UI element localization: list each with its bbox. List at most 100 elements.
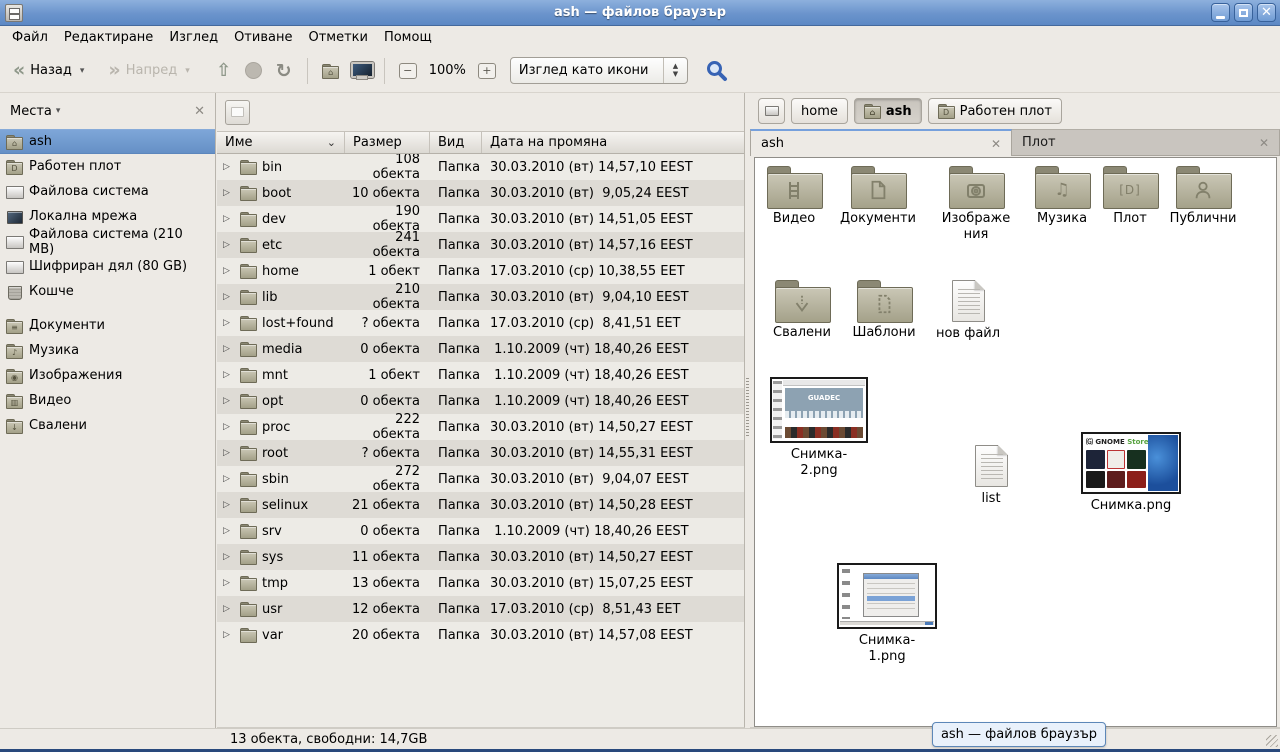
path-button-ash[interactable]: ash bbox=[854, 98, 922, 124]
back-button[interactable]: « Назад ▾ bbox=[6, 56, 91, 85]
file-icon-snimka[interactable]: 🄖 GNOME Store Снимка.png bbox=[1089, 432, 1173, 514]
expander-icon[interactable]: ▷ bbox=[223, 162, 235, 172]
home-button[interactable] bbox=[316, 60, 346, 82]
tab-close-icon[interactable]: ✕ bbox=[991, 137, 1001, 151]
expander-icon[interactable]: ▷ bbox=[223, 422, 235, 432]
file-row[interactable]: ▷ selinux 21 обекта Папка 30.03.2010 (вт… bbox=[217, 492, 744, 518]
sidebar-place-item[interactable]: Файлова система (210 MB) bbox=[0, 229, 215, 254]
expander-icon[interactable]: ▷ bbox=[223, 344, 235, 354]
location-icon-button[interactable] bbox=[225, 100, 250, 125]
sidebar-place-item[interactable]: Файлова система bbox=[0, 179, 215, 204]
sidebar-place-item[interactable]: Шифриран дял (80 GB) bbox=[0, 254, 215, 279]
file-row[interactable]: ▷ bin 108 обекта Папка 30.03.2010 (вт) 1… bbox=[217, 154, 744, 180]
up-button[interactable]: ⇧ bbox=[209, 56, 239, 85]
sidebar-close-button[interactable]: ✕ bbox=[194, 104, 205, 119]
expander-icon[interactable]: ▷ bbox=[223, 604, 235, 614]
file-row[interactable]: ▷ root ? обекта Папка 30.03.2010 (вт) 14… bbox=[217, 440, 744, 466]
view-mode-select[interactable]: Изглед като икони ▲▼ bbox=[510, 57, 688, 84]
sidebar-mode-select[interactable]: Места ▾ bbox=[10, 104, 60, 119]
zoom-out-button[interactable]: − bbox=[393, 59, 423, 83]
root-drive-button[interactable] bbox=[758, 98, 785, 124]
expander-icon[interactable]: ▷ bbox=[223, 526, 235, 536]
column-header-size[interactable]: Размер bbox=[345, 132, 430, 153]
menu-item[interactable]: Отиване bbox=[226, 28, 300, 47]
sidebar-bookmark-item[interactable]: Документи bbox=[0, 313, 215, 338]
expander-icon[interactable]: ▷ bbox=[223, 630, 235, 640]
expander-icon[interactable]: ▷ bbox=[223, 266, 235, 276]
file-icon-new-file[interactable]: нов файл bbox=[926, 280, 1010, 342]
column-header-date[interactable]: Дата на промяна bbox=[482, 132, 744, 153]
sidebar-bookmark-item[interactable]: Изображения bbox=[0, 363, 215, 388]
sidebar-place-item[interactable]: Локална мрежа bbox=[0, 204, 215, 229]
file-row[interactable]: ▷ lib 210 обекта Папка 30.03.2010 (вт) 9… bbox=[217, 284, 744, 310]
menu-item[interactable]: Изглед bbox=[161, 28, 226, 47]
file-icon-templates-folder[interactable]: Шаблони bbox=[842, 280, 926, 341]
file-icon-pictures-folder[interactable]: Изображения bbox=[934, 166, 1018, 242]
file-row[interactable]: ▷ var 20 обекта Папка 30.03.2010 (вт) 14… bbox=[217, 622, 744, 648]
expander-icon[interactable]: ▷ bbox=[223, 396, 235, 406]
file-row[interactable]: ▷ media 0 обекта Папка 1.10.2009 (чт) 18… bbox=[217, 336, 744, 362]
resize-grip[interactable] bbox=[1266, 735, 1278, 747]
tab-close-icon[interactable]: ✕ bbox=[1259, 136, 1269, 150]
file-row[interactable]: ▷ proc 222 обекта Папка 30.03.2010 (вт) … bbox=[217, 414, 744, 440]
file-icon-downloads-folder[interactable]: Свалени bbox=[760, 280, 844, 341]
expander-icon[interactable]: ▷ bbox=[223, 214, 235, 224]
expander-icon[interactable]: ▷ bbox=[223, 578, 235, 588]
sidebar-bookmark-item[interactable]: Музика bbox=[0, 338, 215, 363]
tab-plot[interactable]: Плот ✕ bbox=[1012, 129, 1280, 155]
menu-item[interactable]: Отметки bbox=[300, 28, 375, 47]
sidebar-place-item[interactable]: Работен плот bbox=[0, 154, 215, 179]
file-row[interactable]: ▷ sbin 272 обекта Папка 30.03.2010 (вт) … bbox=[217, 466, 744, 492]
expander-icon[interactable]: ▷ bbox=[223, 188, 235, 198]
maximize-button[interactable] bbox=[1234, 3, 1253, 22]
expander-icon[interactable]: ▷ bbox=[223, 500, 235, 510]
expander-icon[interactable]: ▷ bbox=[223, 240, 235, 250]
file-icon-list[interactable]: list bbox=[949, 445, 1033, 507]
forward-button[interactable]: » Напред ▾ bbox=[101, 56, 196, 85]
file-row[interactable]: ▷ opt 0 обекта Папка 1.10.2009 (чт) 18,4… bbox=[217, 388, 744, 414]
zoom-in-button[interactable]: + bbox=[472, 59, 502, 83]
file-icon-documents-folder[interactable]: Документи bbox=[836, 166, 920, 227]
path-button-home[interactable]: home bbox=[791, 98, 848, 124]
sidebar-bookmark-item[interactable]: Свалени bbox=[0, 413, 215, 438]
sidebar-place-item[interactable]: Кошче bbox=[0, 279, 215, 304]
expander-icon[interactable]: ▷ bbox=[223, 292, 235, 302]
expander-icon[interactable]: ▷ bbox=[223, 474, 235, 484]
file-row[interactable]: ▷ usr 12 обекта Папка 17.03.2010 (ср) 8,… bbox=[217, 596, 744, 622]
file-row[interactable]: ▷ boot 10 обекта Папка 30.03.2010 (вт) 9… bbox=[217, 180, 744, 206]
file-row[interactable]: ▷ sys 11 обекта Папка 30.03.2010 (вт) 14… bbox=[217, 544, 744, 570]
reload-button[interactable]: ↻ bbox=[269, 56, 299, 86]
file-row[interactable]: ▷ etc 241 обекта Папка 30.03.2010 (вт) 1… bbox=[217, 232, 744, 258]
column-header-name[interactable]: Име ⌄ bbox=[217, 132, 345, 153]
back-history-dropdown-icon[interactable]: ▾ bbox=[80, 66, 85, 76]
icon-view-canvas[interactable]: Видео Документи Изображения ♫ Музика [D]… bbox=[754, 157, 1277, 727]
path-button-desktop[interactable]: Работен плот bbox=[928, 98, 1062, 124]
file-row[interactable]: ▷ lost+found ? обекта Папка 17.03.2010 (… bbox=[217, 310, 744, 336]
file-row[interactable]: ▷ tmp 13 обекта Папка 30.03.2010 (вт) 15… bbox=[217, 570, 744, 596]
search-button[interactable] bbox=[702, 55, 732, 87]
title-bar[interactable]: ash — файлов браузър ✕ bbox=[0, 0, 1280, 26]
file-icon-snimka-1[interactable]: Снимка-1.png bbox=[845, 563, 929, 664]
stop-button[interactable] bbox=[239, 58, 269, 83]
sidebar-place-item[interactable]: ash bbox=[0, 129, 215, 154]
file-row[interactable]: ▷ dev 190 обекта Папка 30.03.2010 (вт) 1… bbox=[217, 206, 744, 232]
file-icon-snimka-2[interactable]: GUADEC Снимка-2.png bbox=[777, 377, 861, 478]
computer-button[interactable] bbox=[346, 58, 376, 84]
menu-item[interactable]: Редактиране bbox=[56, 28, 161, 47]
file-row[interactable]: ▷ srv 0 обекта Папка 1.10.2009 (чт) 18,4… bbox=[217, 518, 744, 544]
expander-icon[interactable]: ▷ bbox=[223, 448, 235, 458]
close-button[interactable]: ✕ bbox=[1257, 3, 1276, 22]
file-icon-desktop-folder[interactable]: [D] Плот bbox=[1088, 166, 1172, 227]
tab-ash[interactable]: ash ✕ bbox=[750, 129, 1012, 156]
file-icon-video-folder[interactable]: Видео bbox=[754, 166, 836, 227]
expander-icon[interactable]: ▷ bbox=[223, 318, 235, 328]
expander-icon[interactable]: ▷ bbox=[223, 370, 235, 380]
file-row[interactable]: ▷ mnt 1 обект Папка 1.10.2009 (чт) 18,40… bbox=[217, 362, 744, 388]
column-header-type[interactable]: Вид bbox=[430, 132, 482, 153]
file-icon-public-folder[interactable]: Публични bbox=[1161, 166, 1245, 227]
menu-item[interactable]: Помощ bbox=[376, 28, 440, 47]
sidebar-bookmark-item[interactable]: Видео bbox=[0, 388, 215, 413]
file-row[interactable]: ▷ home 1 обект Папка 17.03.2010 (ср) 10,… bbox=[217, 258, 744, 284]
menu-item[interactable]: Файл bbox=[4, 28, 56, 47]
expander-icon[interactable]: ▷ bbox=[223, 552, 235, 562]
